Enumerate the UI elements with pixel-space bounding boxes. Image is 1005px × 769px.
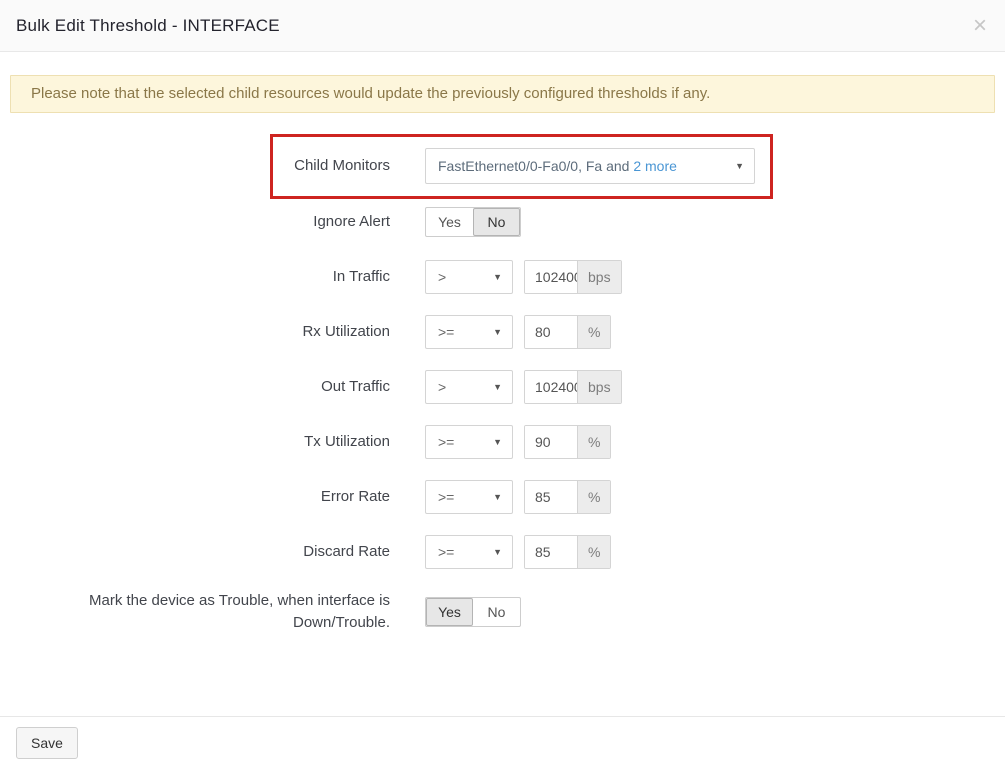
ignore-alert-row: Ignore Alert Yes No [0,205,1005,239]
child-monitors-row: Child Monitors FastEthernet0/0-Fa0/0, Fa… [0,148,1005,184]
out-traffic-label: Out Traffic [0,376,390,398]
error-rate-input-group: % [524,480,611,514]
chevron-down-icon: ▼ [493,437,502,447]
tx-utilization-value-input[interactable] [525,426,577,458]
ignore-alert-toggle[interactable]: Yes No [425,207,521,237]
rx-utilization-input-group: % [524,315,611,349]
discard-rate-row: Discard Rate >= ▼ % [0,535,1005,569]
dialog-header: Bulk Edit Threshold - INTERFACE × [0,0,1005,52]
ignore-alert-label: Ignore Alert [0,211,390,233]
chevron-down-icon: ▼ [735,161,744,171]
mark-trouble-toggle[interactable]: Yes No [425,597,521,627]
more-link[interactable]: 2 more [633,158,677,174]
warning-banner: Please note that the selected child reso… [10,75,995,113]
tx-utilization-label: Tx Utilization [0,431,390,453]
operator-value: >= [438,324,454,340]
dialog-title: Bulk Edit Threshold - INTERFACE [16,16,280,36]
chevron-down-icon: ▼ [493,492,502,502]
out-traffic-operator-select[interactable]: > ▼ [425,370,513,404]
threshold-form: Child Monitors FastEthernet0/0-Fa0/0, Fa… [0,148,1005,634]
in-traffic-input-group: bps [524,260,622,294]
discard-rate-unit: % [577,536,610,568]
close-icon[interactable]: × [971,14,989,38]
tx-utilization-operator-select[interactable]: >= ▼ [425,425,513,459]
in-traffic-operator-select[interactable]: > ▼ [425,260,513,294]
mark-trouble-yes-button[interactable]: Yes [426,598,473,626]
operator-value: > [438,379,446,395]
chevron-down-icon: ▼ [493,547,502,557]
in-traffic-unit: bps [577,261,621,293]
tx-utilization-input-group: % [524,425,611,459]
out-traffic-unit: bps [577,371,621,403]
operator-value: >= [438,489,454,505]
dialog-footer: Save [0,716,1005,769]
child-monitors-value: FastEthernet0/0-Fa0/0, Fa and 2 more [438,158,677,174]
ignore-alert-yes-button[interactable]: Yes [426,208,473,236]
rx-utilization-row: Rx Utilization >= ▼ % [0,315,1005,349]
rx-utilization-operator-select[interactable]: >= ▼ [425,315,513,349]
out-traffic-input-group: bps [524,370,622,404]
mark-trouble-row: Mark the device as Trouble, when interfa… [0,590,1005,634]
operator-value: >= [438,434,454,450]
tx-utilization-unit: % [577,426,610,458]
operator-value: > [438,269,446,285]
save-button[interactable]: Save [16,727,78,759]
in-traffic-value-input[interactable] [525,261,577,293]
bulk-edit-threshold-dialog: Bulk Edit Threshold - INTERFACE × Please… [0,0,1005,769]
discard-rate-label: Discard Rate [0,541,390,563]
in-traffic-row: In Traffic > ▼ bps [0,260,1005,294]
error-rate-operator-select[interactable]: >= ▼ [425,480,513,514]
error-rate-row: Error Rate >= ▼ % [0,480,1005,514]
error-rate-unit: % [577,481,610,513]
chevron-down-icon: ▼ [493,382,502,392]
child-monitors-dropdown[interactable]: FastEthernet0/0-Fa0/0, Fa and 2 more ▼ [425,148,755,184]
chevron-down-icon: ▼ [493,272,502,282]
error-rate-value-input[interactable] [525,481,577,513]
discard-rate-operator-select[interactable]: >= ▼ [425,535,513,569]
in-traffic-label: In Traffic [0,266,390,288]
mark-trouble-label: Mark the device as Trouble, when interfa… [0,590,390,634]
discard-rate-value-input[interactable] [525,536,577,568]
error-rate-label: Error Rate [0,486,390,508]
child-monitors-label: Child Monitors [0,155,390,177]
out-traffic-row: Out Traffic > ▼ bps [0,370,1005,404]
tx-utilization-row: Tx Utilization >= ▼ % [0,425,1005,459]
rx-utilization-value-input[interactable] [525,316,577,348]
out-traffic-value-input[interactable] [525,371,577,403]
rx-utilization-unit: % [577,316,610,348]
discard-rate-input-group: % [524,535,611,569]
ignore-alert-no-button[interactable]: No [473,208,520,236]
dialog-body: Please note that the selected child reso… [0,52,1005,716]
operator-value: >= [438,544,454,560]
chevron-down-icon: ▼ [493,327,502,337]
mark-trouble-no-button[interactable]: No [473,598,520,626]
rx-utilization-label: Rx Utilization [0,321,390,343]
